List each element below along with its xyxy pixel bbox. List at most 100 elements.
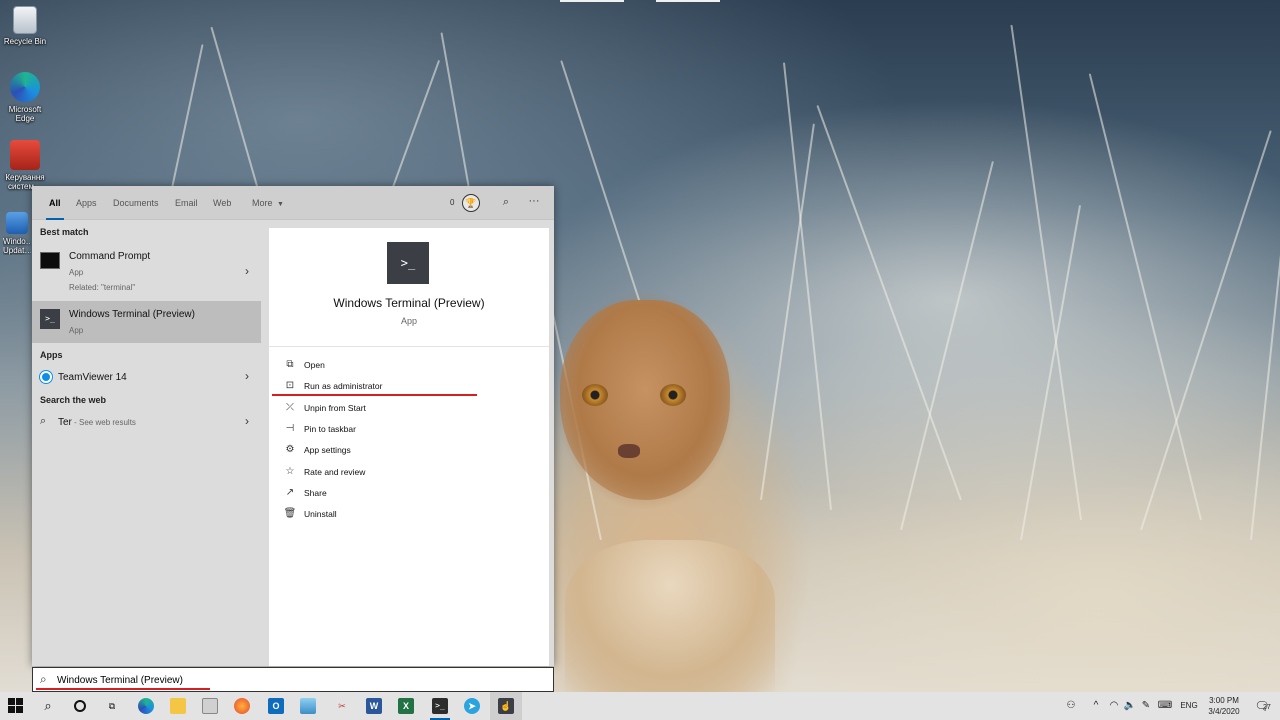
chevron-right-icon[interactable]: › xyxy=(245,414,249,428)
tab-all[interactable]: All xyxy=(46,186,63,220)
results-column: Best match Command Prompt App Related: "… xyxy=(32,221,261,666)
pen-icon[interactable]: ✎ xyxy=(1138,692,1154,720)
taskbar-telegram[interactable]: ➤ xyxy=(456,692,488,720)
telegram-icon: ➤ xyxy=(464,698,480,714)
taskbar-store[interactable] xyxy=(194,692,226,720)
result-title: TeamViewer 14 xyxy=(58,372,127,383)
firefox-icon xyxy=(234,698,250,714)
show-hidden-icons[interactable]: ^ xyxy=(1088,692,1104,720)
taskbar-file-explorer[interactable] xyxy=(162,692,194,720)
snip-icon: ✂ xyxy=(338,701,346,711)
keyboard-icon[interactable]: ⌨ xyxy=(1156,692,1174,720)
action-label: Pin to taskbar xyxy=(304,424,356,434)
action-label: Rate and review xyxy=(304,467,366,477)
clock-time: 3:00 PM xyxy=(1209,696,1239,705)
web-suffix: - See web results xyxy=(71,418,136,427)
detail-type: App xyxy=(400,316,417,326)
window-edge xyxy=(656,0,720,2)
chevron-right-icon[interactable]: › xyxy=(245,264,249,278)
edge-icon xyxy=(10,72,40,102)
window-edge xyxy=(560,0,624,2)
trash-icon: 🗑 xyxy=(283,508,297,519)
unpin-icon: ⤫ xyxy=(286,402,294,413)
taskbar-search-button[interactable]: ⌕ xyxy=(32,692,64,720)
action-label: Share xyxy=(304,488,327,498)
terminal-icon: >_ xyxy=(40,309,60,329)
volume-icon[interactable]: 🔈 xyxy=(1122,692,1138,720)
chevron-right-icon[interactable]: › xyxy=(245,369,249,383)
action-label: Uninstall xyxy=(304,509,337,519)
tab-web[interactable]: Web xyxy=(213,186,231,220)
detail-pane: >_ Windows Terminal (Preview) App ⧉ Open… xyxy=(269,228,549,666)
action-label: App settings xyxy=(304,445,351,455)
pin-icon: ⊣ xyxy=(285,423,295,434)
taskbar-edge[interactable] xyxy=(130,692,162,720)
cortana-button[interactable] xyxy=(64,692,96,720)
desktop-icon-label: Recycle Bin xyxy=(3,37,47,46)
ellipsis-icon[interactable]: ··· xyxy=(526,194,542,210)
rewards-trophy-icon[interactable]: 🏆 xyxy=(462,194,480,212)
start-button[interactable] xyxy=(0,692,32,720)
taskbar-excel[interactable]: X xyxy=(390,692,422,720)
result-teamviewer[interactable]: TeamViewer 14 › xyxy=(32,365,261,389)
highlight-underline-search-query xyxy=(36,688,210,690)
tab-documents[interactable]: Documents xyxy=(113,186,159,220)
taskbar-app[interactable] xyxy=(292,692,324,720)
tab-more-label: More xyxy=(252,198,273,208)
excel-icon: X xyxy=(398,698,414,714)
search-input[interactable] xyxy=(57,671,537,689)
cortana-icon xyxy=(74,700,86,712)
search-panel: All Apps Documents Email Web More ▼ 0 🏆 … xyxy=(32,186,554,666)
desktop-icon-windows-update[interactable]: Windo… Updat… xyxy=(3,212,31,255)
task-view-button[interactable]: ⧉ xyxy=(96,692,128,720)
action-label: Unpin from Start xyxy=(304,403,366,413)
result-web-search[interactable]: ⌕ Ter - See web results › xyxy=(32,410,261,434)
desktop-icon-label: Windo… Updat… xyxy=(3,237,31,255)
rewards-count: 0 xyxy=(450,198,455,207)
recycle-bin-icon xyxy=(13,6,37,34)
chevron-down-icon: ▼ xyxy=(277,201,284,208)
pointer-app-icon: ☝ xyxy=(498,698,514,714)
search-filter-bar: All Apps Documents Email Web More ▼ 0 🏆 … xyxy=(32,186,554,220)
action-center-button[interactable]: 🗨 27 xyxy=(1250,692,1274,720)
clock[interactable]: 3:00 PM 3/4/2020 xyxy=(1202,694,1246,718)
search-icon: ⌕ xyxy=(44,698,52,713)
taskbar-outlook[interactable]: O xyxy=(260,692,292,720)
taskbar-word[interactable]: W xyxy=(358,692,390,720)
search-icon: ⌕ xyxy=(40,415,47,427)
edge-icon xyxy=(138,698,154,714)
gear-icon: ⚙ xyxy=(285,444,295,455)
start-icon xyxy=(8,698,24,714)
best-match-heading: Best match xyxy=(40,227,89,237)
taskbar-snip[interactable]: ✂ xyxy=(326,692,358,720)
taskbar-pointer-app[interactable]: ☝ xyxy=(490,692,522,720)
search-web-heading: Search the web xyxy=(40,395,107,405)
desktop-icon-control-panel[interactable]: Керування систем… xyxy=(3,140,47,191)
taskbar-terminal[interactable]: >_ xyxy=(424,692,456,720)
taskbar-firefox[interactable] xyxy=(226,692,258,720)
task-view-icon: ⧉ xyxy=(108,701,116,711)
detail-title: Windows Terminal (Preview) xyxy=(333,296,485,310)
tab-apps[interactable]: Apps xyxy=(76,186,97,220)
app-icon xyxy=(300,698,316,714)
desktop-icon-recycle-bin[interactable]: Recycle Bin xyxy=(3,6,47,46)
result-windows-terminal[interactable]: >_ Windows Terminal (Preview) App xyxy=(32,301,261,343)
store-icon xyxy=(202,698,218,714)
language-indicator[interactable]: ENG xyxy=(1178,692,1200,720)
notification-count: 27 xyxy=(1263,704,1271,711)
tab-more[interactable]: More ▼ xyxy=(252,186,284,220)
desktop-icon-label: Microsoft Edge xyxy=(8,105,42,123)
tab-email[interactable]: Email xyxy=(175,186,198,220)
web-result-text: Ter - See web results xyxy=(58,417,136,428)
result-command-prompt[interactable]: Command Prompt App Related: "terminal" › xyxy=(32,242,261,300)
people-icon[interactable]: ⚇ xyxy=(1062,692,1080,720)
taskbar: ⌕ ⧉ O ✂ W X >_ ➤ ☝ ⚇ ^ ◠ 🔈 ✎ ⌨ ENG 3:00 … xyxy=(0,692,1280,720)
search-icon: ⌕ xyxy=(40,672,47,686)
windows-update-icon xyxy=(6,212,28,234)
terminal-icon: >_ xyxy=(432,698,448,714)
result-title: Windows Terminal (Preview) xyxy=(69,309,195,320)
feedback-icon[interactable]: ⌕ xyxy=(498,194,514,210)
desktop-icon-edge[interactable]: Microsoft Edge xyxy=(3,72,47,123)
wifi-icon[interactable]: ◠ xyxy=(1106,692,1122,720)
open-icon: ⧉ xyxy=(286,359,294,370)
